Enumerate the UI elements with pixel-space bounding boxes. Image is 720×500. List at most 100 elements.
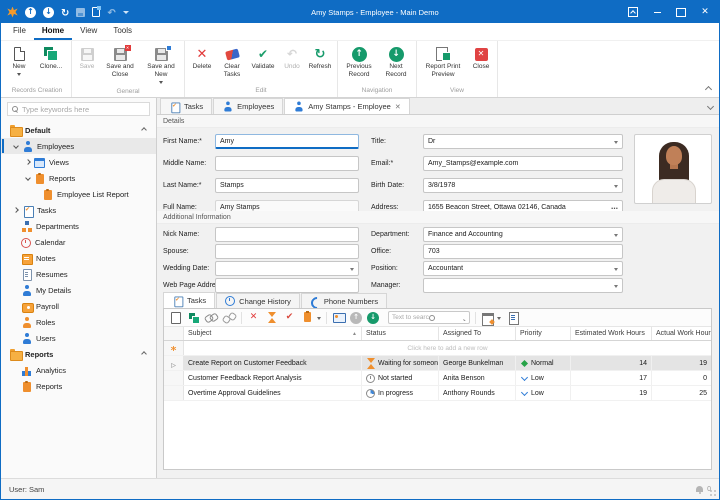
previous-record-button[interactable]: Previous Record: [340, 43, 378, 85]
report-print-preview-button[interactable]: Report Print Preview: [419, 43, 467, 85]
column-header-subject[interactable]: Subject: [184, 327, 362, 340]
refresh-button[interactable]: Refresh: [305, 43, 335, 85]
middle-name-input[interactable]: [215, 156, 359, 171]
delete-button[interactable]: Delete: [187, 43, 217, 85]
expand-row-icon[interactable]: [171, 354, 176, 372]
sidebar-item-employee-list-report[interactable]: Employee List Report: [1, 186, 156, 202]
validate-button[interactable]: Validate: [247, 43, 279, 85]
sidebar-item-departments[interactable]: Departments: [1, 218, 156, 234]
cell-assigned-to[interactable]: Anthony Rounds: [439, 386, 516, 400]
cell-priority[interactable]: Low: [516, 371, 571, 385]
chevron-down-icon[interactable]: [497, 317, 501, 322]
sidebar-search-input[interactable]: Type keywords here: [7, 102, 150, 116]
department-combo[interactable]: Finance and Accounting: [423, 227, 623, 242]
chevron-down-icon[interactable]: [614, 185, 618, 190]
spouse-input[interactable]: [215, 244, 359, 259]
tab-view[interactable]: View: [72, 23, 105, 40]
save-and-new-button[interactable]: Save and New: [140, 43, 182, 86]
row-indicator[interactable]: [164, 356, 184, 370]
grid-search-input[interactable]: Text to search...: [388, 311, 470, 324]
last-name-input[interactable]: Stamps: [215, 178, 359, 193]
first-name-input[interactable]: Amy: [215, 134, 359, 149]
sidebar-item-tasks[interactable]: Tasks: [1, 202, 156, 218]
next-record-icon[interactable]: [43, 7, 54, 18]
sidebar-item-employees[interactable]: Employees: [1, 138, 156, 154]
sidebar-item-users[interactable]: Users: [1, 330, 156, 346]
title-combo[interactable]: Dr: [423, 134, 623, 149]
row-indicator[interactable]: [164, 371, 184, 385]
row-indicator[interactable]: [164, 386, 184, 400]
column-header-priority[interactable]: Priority: [516, 327, 571, 340]
cell-estimated-hours[interactable]: 14: [571, 356, 652, 370]
cell-estimated-hours[interactable]: 19: [571, 386, 652, 400]
minimize-button[interactable]: [645, 3, 669, 21]
sidebar-item-resumes[interactable]: Resumes: [1, 266, 156, 282]
close-view-button[interactable]: Close: [467, 43, 495, 85]
clone-task-button[interactable]: [187, 311, 200, 324]
sidebar-item-my-details[interactable]: My Details: [1, 282, 156, 298]
web-page-address-input[interactable]: [215, 278, 359, 293]
expander-closed-icon[interactable]: [25, 159, 31, 165]
unlink-button[interactable]: [223, 311, 236, 324]
email-input[interactable]: Amy_Stamps@example.com: [423, 156, 623, 171]
wedding-date-combo[interactable]: [215, 261, 359, 276]
chevron-down-icon[interactable]: [614, 141, 618, 146]
cell-priority[interactable]: Normal: [516, 356, 571, 370]
sidebar-item-payroll[interactable]: Payroll: [1, 298, 156, 314]
maximize-button[interactable]: [669, 3, 693, 21]
expander-open-icon[interactable]: [25, 175, 31, 181]
clear-tasks-button[interactable]: Clear Tasks: [217, 43, 247, 85]
expander-closed-icon[interactable]: [13, 207, 19, 213]
qat-dropdown-icon[interactable]: [123, 11, 129, 17]
cell-status[interactable]: Not started: [362, 371, 439, 385]
cell-assigned-to[interactable]: George Bunkelman: [439, 356, 516, 370]
undo-icon[interactable]: [107, 3, 115, 21]
detail-tab-phone-numbers[interactable]: Phone Numbers: [301, 293, 387, 308]
sidebar-item-roles[interactable]: Roles: [1, 314, 156, 330]
sidebar-item-notes[interactable]: Notes: [1, 250, 156, 266]
sidebar-item-analytics[interactable]: Analytics: [1, 362, 156, 378]
previous-record-button[interactable]: [350, 312, 362, 324]
close-button[interactable]: [693, 3, 717, 21]
notifications-bell-icon[interactable]: [695, 485, 704, 494]
ellipsis-button[interactable]: [611, 204, 618, 211]
cell-assigned-to[interactable]: Anita Benson: [439, 371, 516, 385]
tab-home[interactable]: Home: [34, 23, 72, 40]
office-input[interactable]: 703: [423, 244, 623, 259]
sidebar-item-views[interactable]: Views: [1, 154, 156, 170]
save-and-close-button[interactable]: Save and Close: [100, 43, 140, 86]
ribbon-collapse-chevron-icon[interactable]: [705, 86, 712, 93]
detail-tab-change-history[interactable]: Change History: [216, 293, 300, 308]
clone-button[interactable]: Clone...: [33, 43, 69, 85]
expander-open-icon[interactable]: [13, 143, 19, 149]
save-icon[interactable]: [76, 8, 85, 17]
ribbon-display-options-button[interactable]: [621, 3, 645, 21]
new-task-button[interactable]: [169, 311, 182, 324]
sidebar-group-default[interactable]: Default: [1, 122, 156, 138]
task-status-button[interactable]: [301, 311, 314, 324]
chevron-down-icon[interactable]: [614, 234, 618, 239]
table-row[interactable]: Customer Feedback Report Analysis Not st…: [164, 371, 711, 386]
manager-combo[interactable]: [423, 278, 623, 293]
previous-record-icon[interactable]: [25, 7, 36, 18]
column-header-estimated-work-hours[interactable]: Estimated Work Hours: [571, 327, 652, 340]
cell-actual-hours[interactable]: 0: [652, 371, 711, 385]
chevron-down-icon[interactable]: [317, 317, 321, 322]
new-button[interactable]: New: [5, 43, 33, 85]
tab-file[interactable]: File: [5, 23, 34, 40]
cell-status[interactable]: Waiting for someone else: [362, 356, 439, 370]
document-tab-employees[interactable]: Employees: [213, 98, 283, 114]
column-header-actual-work-hours[interactable]: Actual Work Hours: [652, 327, 711, 340]
cell-actual-hours[interactable]: 25: [652, 386, 711, 400]
chevron-down-icon[interactable]: [350, 268, 354, 273]
table-row[interactable]: Create Report on Customer Feedback Waiti…: [164, 356, 711, 371]
cell-estimated-hours[interactable]: 17: [571, 371, 652, 385]
print-preview-button[interactable]: [506, 311, 519, 324]
tab-tools[interactable]: Tools: [105, 23, 140, 40]
cell-status[interactable]: In progress: [362, 386, 439, 400]
birth-date-combo[interactable]: 3/8/1978: [423, 178, 623, 193]
chevron-down-icon[interactable]: [614, 285, 618, 290]
nick-name-input[interactable]: [215, 227, 359, 242]
next-record-button[interactable]: [367, 312, 379, 324]
cell-subject[interactable]: Create Report on Customer Feedback: [184, 356, 362, 370]
